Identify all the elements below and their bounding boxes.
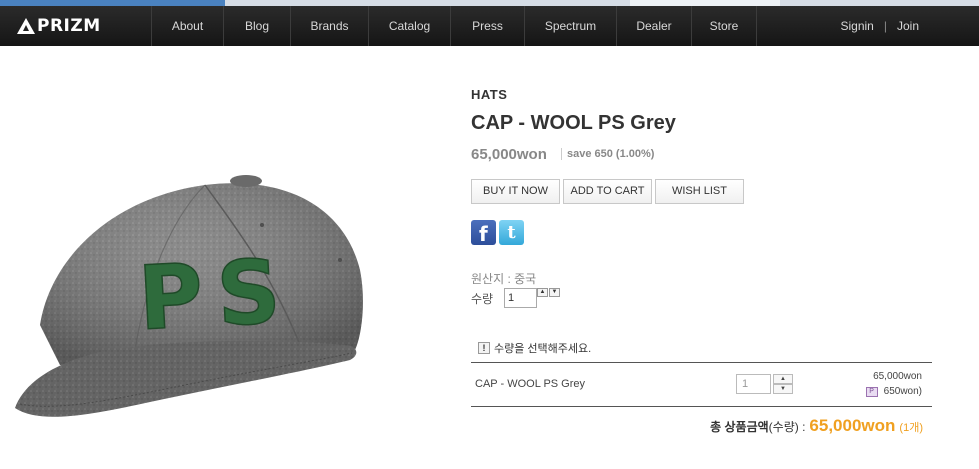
join-link[interactable]: Join bbox=[897, 6, 919, 46]
total-label-paren: (수량) : bbox=[768, 420, 806, 434]
cap-button bbox=[230, 175, 262, 187]
total-label: 총 상품금액(수량) : bbox=[710, 418, 805, 435]
point-badge-icon: P bbox=[865, 386, 878, 397]
quantity-label: 수량 bbox=[471, 292, 494, 306]
cap-ps-letters: PS bbox=[136, 239, 297, 350]
product-category: HATS bbox=[471, 87, 508, 102]
nav-item-dealer[interactable]: Dealer bbox=[616, 6, 691, 46]
selected-point: P 650won) bbox=[865, 386, 922, 397]
twitter-share-icon[interactable]: t bbox=[499, 220, 524, 245]
product-save: save 650 (1.00%) bbox=[561, 148, 654, 160]
triangle-logo-icon bbox=[17, 18, 35, 34]
selected-price: 65,000won bbox=[873, 371, 922, 382]
total-label-text: 총 상품금액 bbox=[710, 420, 769, 434]
top-nav-bar: PRIZM About Blog Brands Catalog Press Sp… bbox=[0, 6, 979, 46]
buy-now-button[interactable]: BUY IT NOW bbox=[471, 179, 560, 204]
nav-item-brands[interactable]: Brands bbox=[290, 6, 368, 46]
signin-link[interactable]: Signin bbox=[841, 6, 874, 46]
selected-quantity-input[interactable]: 1 bbox=[736, 374, 771, 394]
logo-text: PRIZM bbox=[37, 16, 101, 36]
nav-item-catalog[interactable]: Catalog bbox=[368, 6, 450, 46]
quantity-up-arrow-icon[interactable]: ▲ bbox=[537, 288, 548, 297]
total-price: 총 상품금액(수량) : 65,000won (1개) bbox=[710, 416, 923, 436]
wish-list-button[interactable]: WISH LIST bbox=[655, 179, 744, 204]
selected-option-name: CAP - WOOL PS Grey bbox=[475, 378, 586, 390]
nav-item-blog[interactable]: Blog bbox=[223, 6, 290, 46]
quantity-notice: ! 수량을 선택해주세요. bbox=[478, 340, 591, 356]
total-value: 65,000won bbox=[809, 416, 896, 435]
quantity-down-arrow-icon[interactable]: ▼ bbox=[549, 288, 560, 297]
alert-icon: ! bbox=[478, 342, 490, 354]
product-image-cap: PS bbox=[15, 175, 363, 417]
nav-item-press[interactable]: Press bbox=[450, 6, 524, 46]
nav-item-spectrum[interactable]: Spectrum bbox=[524, 6, 616, 46]
facebook-share-icon[interactable]: f bbox=[471, 220, 496, 246]
selection-top-rule bbox=[471, 362, 932, 363]
selected-qty-down-icon[interactable]: ▼ bbox=[773, 384, 793, 394]
selected-point-value: 650won) bbox=[883, 386, 922, 397]
nav-item-about[interactable]: About bbox=[151, 6, 223, 46]
prizm-logo[interactable]: PRIZM bbox=[17, 15, 101, 37]
selected-qty-up-icon[interactable]: ▲ bbox=[773, 374, 793, 384]
add-to-cart-button[interactable]: ADD TO CART bbox=[563, 179, 652, 204]
total-count: (1개) bbox=[899, 422, 923, 434]
origin-info: 원산지 : 중국 bbox=[471, 272, 537, 286]
product-price: 65,000won bbox=[471, 146, 547, 163]
notice-text: 수량을 선택해주세요. bbox=[494, 343, 592, 355]
selection-bottom-rule bbox=[471, 406, 932, 407]
quantity-input[interactable]: 1 bbox=[504, 288, 537, 308]
product-title: CAP - WOOL PS Grey bbox=[471, 112, 676, 134]
nav-item-store[interactable]: Store bbox=[691, 6, 757, 46]
main-nav: About Blog Brands Catalog Press Spectrum… bbox=[151, 6, 757, 46]
account-links: Signin | Join bbox=[841, 6, 920, 46]
account-divider: | bbox=[883, 19, 887, 33]
